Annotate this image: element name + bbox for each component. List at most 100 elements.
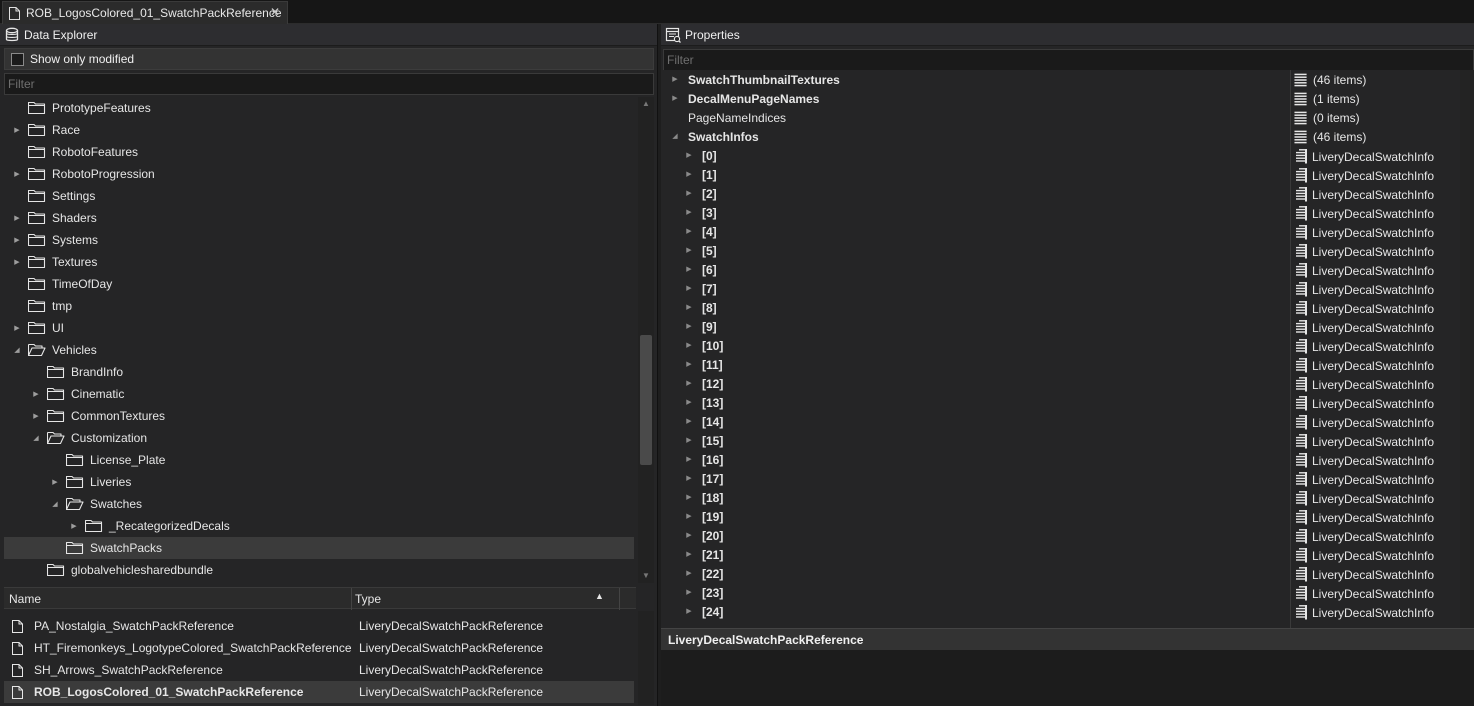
property-row[interactable]: ▶ [13] LiveryDecalSwatchInfo bbox=[661, 394, 1474, 413]
folder-tree-item[interactable]: ◢ Customization bbox=[4, 427, 634, 449]
property-value[interactable]: LiveryDecalSwatchInfo bbox=[1294, 396, 1434, 411]
folder-tree-item[interactable]: ▶ Shaders bbox=[4, 207, 634, 229]
property-value[interactable]: (46 items) bbox=[1294, 73, 1366, 87]
expand-arrow-icon[interactable]: ▶ bbox=[684, 284, 694, 294]
property-value[interactable]: LiveryDecalSwatchInfo bbox=[1294, 415, 1434, 430]
expand-arrow-icon[interactable]: ▶ bbox=[684, 379, 694, 389]
property-row[interactable]: ▶ [4] LiveryDecalSwatchInfo bbox=[661, 223, 1474, 242]
property-value[interactable]: LiveryDecalSwatchInfo bbox=[1294, 472, 1434, 487]
asset-list-row[interactable]: ROB_LogosColored_01_SwatchPackReference L… bbox=[4, 681, 634, 703]
scroll-down-arrow-icon[interactable]: ▼ bbox=[638, 569, 654, 583]
folder-tree-item[interactable]: ▶ Textures bbox=[4, 251, 634, 273]
show-only-modified-toggle[interactable]: Show only modified bbox=[4, 48, 654, 70]
folder-tree-item[interactable]: ▶ Cinematic bbox=[4, 383, 634, 405]
property-row[interactable]: ▶ [10] LiveryDecalSwatchInfo bbox=[661, 337, 1474, 356]
scroll-up-arrow-icon[interactable]: ▲ bbox=[638, 97, 654, 111]
collapse-arrow-icon[interactable]: ◢ bbox=[31, 433, 41, 443]
property-value[interactable]: LiveryDecalSwatchInfo bbox=[1294, 358, 1434, 373]
close-icon[interactable]: ✕ bbox=[270, 5, 280, 19]
property-row[interactable]: ▶ [17] LiveryDecalSwatchInfo bbox=[661, 470, 1474, 489]
expand-arrow-icon[interactable]: ▶ bbox=[684, 493, 694, 503]
folder-tree-item[interactable]: globalvehiclesharedbundle bbox=[4, 559, 634, 581]
expand-arrow-icon[interactable]: ▶ bbox=[684, 265, 694, 275]
property-value[interactable]: LiveryDecalSwatchInfo bbox=[1294, 339, 1434, 354]
property-row[interactable]: ▶ [1] LiveryDecalSwatchInfo bbox=[661, 166, 1474, 185]
expand-arrow-icon[interactable]: ▶ bbox=[684, 569, 694, 579]
property-value[interactable]: LiveryDecalSwatchInfo bbox=[1294, 282, 1434, 297]
property-row[interactable]: ▶ SwatchThumbnailTextures (46 items) bbox=[661, 71, 1474, 90]
asset-list-row[interactable]: HT_Firemonkeys_LogotypeColored_SwatchPac… bbox=[4, 637, 634, 659]
expand-arrow-icon[interactable]: ▶ bbox=[684, 341, 694, 351]
property-column-divider[interactable] bbox=[1290, 70, 1291, 628]
property-value[interactable]: (1 items) bbox=[1294, 92, 1360, 106]
property-row[interactable]: ▶ [11] LiveryDecalSwatchInfo bbox=[661, 356, 1474, 375]
property-row[interactable]: ▶ [22] LiveryDecalSwatchInfo bbox=[661, 565, 1474, 584]
property-value[interactable]: LiveryDecalSwatchInfo bbox=[1294, 168, 1434, 183]
property-row[interactable]: ▶ [19] LiveryDecalSwatchInfo bbox=[661, 508, 1474, 527]
property-row[interactable]: ▶ [21] LiveryDecalSwatchInfo bbox=[661, 546, 1474, 565]
folder-tree-item[interactable]: ▶ RobotoProgression bbox=[4, 163, 634, 185]
properties-filter-input[interactable] bbox=[663, 49, 1474, 71]
property-row[interactable]: ▶ [6] LiveryDecalSwatchInfo bbox=[661, 261, 1474, 280]
expand-arrow-icon[interactable]: ▶ bbox=[12, 169, 22, 179]
expand-arrow-icon[interactable]: ▶ bbox=[684, 208, 694, 218]
property-row[interactable]: ▶ [9] LiveryDecalSwatchInfo bbox=[661, 318, 1474, 337]
document-tab[interactable]: ROB_LogosColored_01_SwatchPackReference … bbox=[2, 1, 288, 24]
property-row[interactable]: ▶ [20] LiveryDecalSwatchInfo bbox=[661, 527, 1474, 546]
property-value[interactable]: (46 items) bbox=[1294, 130, 1366, 144]
expand-arrow-icon[interactable]: ▶ bbox=[684, 436, 694, 446]
property-value[interactable]: (0 items) bbox=[1294, 111, 1360, 125]
folder-tree-item[interactable]: tmp bbox=[4, 295, 634, 317]
collapse-arrow-icon[interactable]: ◢ bbox=[670, 132, 680, 142]
folder-tree-item[interactable]: ▶ _RecategorizedDecals bbox=[4, 515, 634, 537]
expand-arrow-icon[interactable]: ▶ bbox=[69, 521, 79, 531]
expand-arrow-icon[interactable]: ▶ bbox=[684, 322, 694, 332]
show-only-modified-checkbox[interactable] bbox=[11, 52, 24, 66]
property-value[interactable]: LiveryDecalSwatchInfo bbox=[1294, 149, 1434, 164]
expand-arrow-icon[interactable]: ▶ bbox=[31, 389, 41, 399]
folder-tree-item[interactable]: TimeOfDay bbox=[4, 273, 634, 295]
folder-tree-item[interactable]: Settings bbox=[4, 185, 634, 207]
folder-tree-item[interactable]: ▶ CommonTextures bbox=[4, 405, 634, 427]
property-row[interactable]: ▶ [7] LiveryDecalSwatchInfo bbox=[661, 280, 1474, 299]
expand-arrow-icon[interactable]: ▶ bbox=[12, 257, 22, 267]
sort-ascending-icon[interactable]: ▲ bbox=[595, 591, 604, 601]
property-row[interactable]: ◢ SwatchInfos (46 items) bbox=[661, 128, 1474, 147]
property-value[interactable]: LiveryDecalSwatchInfo bbox=[1294, 529, 1434, 544]
property-grid-scrollbar[interactable] bbox=[1460, 70, 1474, 628]
expand-arrow-icon[interactable]: ▶ bbox=[684, 246, 694, 256]
expand-arrow-icon[interactable]: ▶ bbox=[684, 512, 694, 522]
property-value[interactable]: LiveryDecalSwatchInfo bbox=[1294, 453, 1434, 468]
property-value[interactable]: LiveryDecalSwatchInfo bbox=[1294, 263, 1434, 278]
property-row[interactable]: ▶ [2] LiveryDecalSwatchInfo bbox=[661, 185, 1474, 204]
expand-arrow-icon[interactable]: ▶ bbox=[670, 75, 680, 85]
expand-arrow-icon[interactable]: ▶ bbox=[684, 588, 694, 598]
expand-arrow-icon[interactable]: ▶ bbox=[12, 213, 22, 223]
expand-arrow-icon[interactable]: ▶ bbox=[684, 550, 694, 560]
property-value[interactable]: LiveryDecalSwatchInfo bbox=[1294, 244, 1434, 259]
column-name-header[interactable]: Name bbox=[9, 592, 41, 606]
property-row[interactable]: ▶ [8] LiveryDecalSwatchInfo bbox=[661, 299, 1474, 318]
folder-tree-item[interactable]: SwatchPacks bbox=[4, 537, 634, 559]
expand-arrow-icon[interactable]: ▶ bbox=[50, 477, 60, 487]
property-row[interactable]: ▶ [12] LiveryDecalSwatchInfo bbox=[661, 375, 1474, 394]
expand-arrow-icon[interactable]: ▶ bbox=[12, 323, 22, 333]
property-value[interactable]: LiveryDecalSwatchInfo bbox=[1294, 491, 1434, 506]
property-value[interactable]: LiveryDecalSwatchInfo bbox=[1294, 434, 1434, 449]
folder-tree-item[interactable]: ▶ Systems bbox=[4, 229, 634, 251]
property-row[interactable]: ▶ [14] LiveryDecalSwatchInfo bbox=[661, 413, 1474, 432]
column-divider[interactable] bbox=[351, 588, 352, 610]
expand-arrow-icon[interactable]: ▶ bbox=[684, 607, 694, 617]
expand-arrow-icon[interactable]: ▶ bbox=[12, 235, 22, 245]
property-value[interactable]: LiveryDecalSwatchInfo bbox=[1294, 377, 1434, 392]
property-value[interactable]: LiveryDecalSwatchInfo bbox=[1294, 225, 1434, 240]
folder-tree-item[interactable]: ▶ Race bbox=[4, 119, 634, 141]
property-row[interactable]: ▶ [5] LiveryDecalSwatchInfo bbox=[661, 242, 1474, 261]
explorer-filter-input[interactable] bbox=[4, 73, 654, 95]
expand-arrow-icon[interactable]: ▶ bbox=[684, 360, 694, 370]
folder-tree-scroll-thumb[interactable] bbox=[640, 335, 652, 465]
expand-arrow-icon[interactable]: ▶ bbox=[684, 398, 694, 408]
folder-tree-item[interactable]: RobotoFeatures bbox=[4, 141, 634, 163]
property-value[interactable]: LiveryDecalSwatchInfo bbox=[1294, 301, 1434, 316]
property-row[interactable]: PageNameIndices (0 items) bbox=[661, 109, 1474, 128]
